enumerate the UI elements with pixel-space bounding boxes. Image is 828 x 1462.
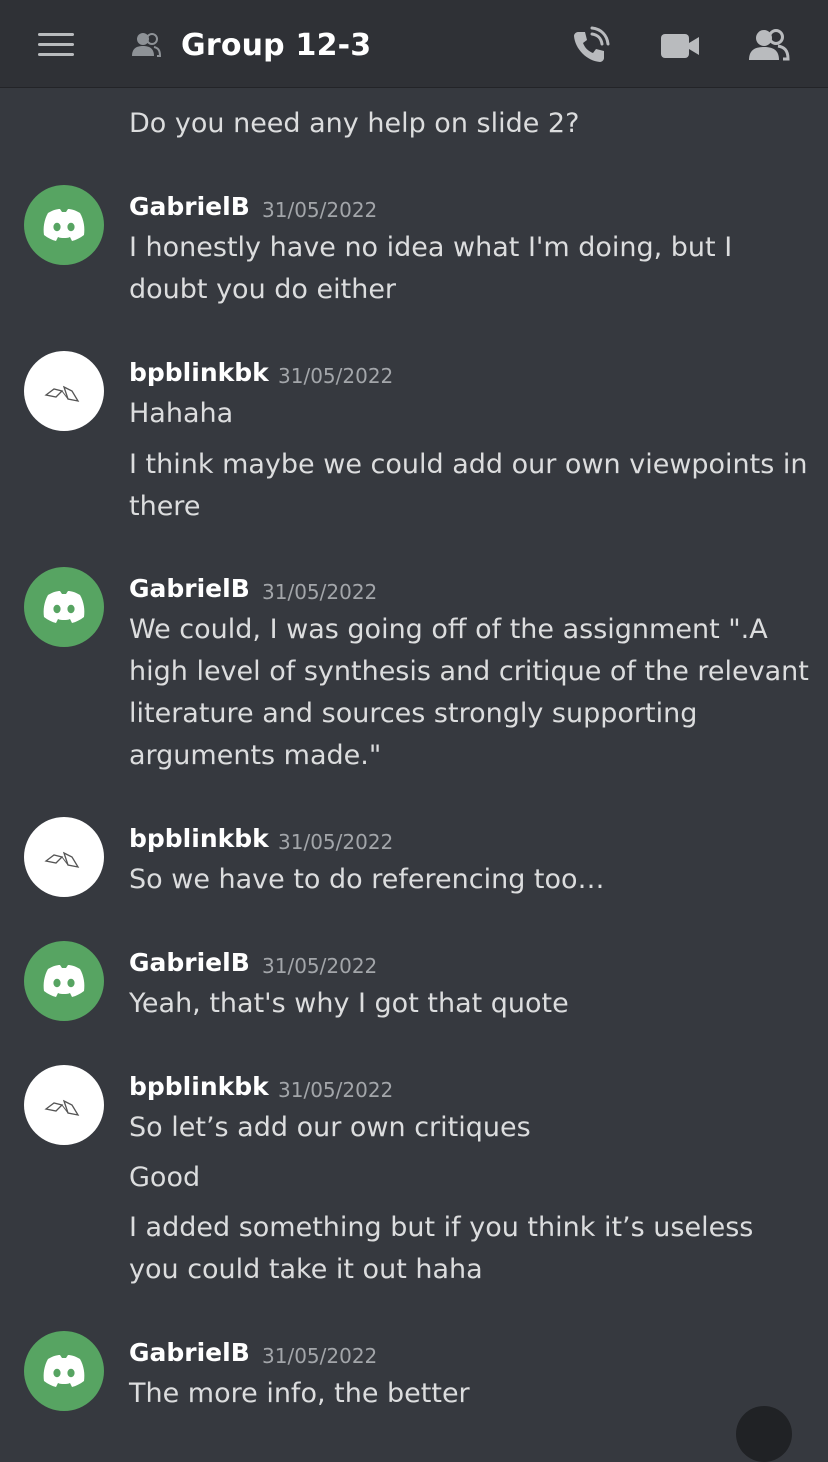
- avatar[interactable]: [24, 1331, 104, 1411]
- discord-logo-icon: [43, 591, 85, 623]
- message-text: Hahaha: [129, 398, 234, 429]
- message-timestamp: 31/05/2022: [262, 580, 378, 604]
- avatar[interactable]: [24, 185, 104, 265]
- avatar[interactable]: [24, 941, 104, 1021]
- message-text: Do you need any help on slide 2?: [129, 108, 580, 139]
- hamburger-icon[interactable]: [38, 33, 74, 57]
- message-timestamp: 31/05/2022: [262, 1344, 378, 1368]
- message-author[interactable]: bpblinkbk: [129, 1069, 269, 1105]
- message-timestamp: 31/05/2022: [262, 198, 378, 222]
- channel-title: Group 12-3: [181, 28, 372, 63]
- message-author[interactable]: GabrielB: [129, 571, 250, 607]
- message-author[interactable]: GabrielB: [129, 945, 250, 981]
- message-text: I think maybe we could add our own viewp…: [129, 449, 808, 522]
- message-list[interactable]: Do you need any help on slide 2? Gabriel…: [0, 89, 828, 1415]
- discord-logo-icon: [43, 209, 85, 241]
- message-text: So we have to do referencing too…: [129, 864, 605, 895]
- message-timestamp: 31/05/2022: [278, 364, 394, 388]
- message-text: I added something but if you think it’s …: [129, 1212, 754, 1285]
- video-camera-icon[interactable]: [658, 24, 702, 68]
- avatar-sketch-icon: [44, 851, 80, 868]
- message-text: We could, I was going off of the assignm…: [129, 614, 809, 771]
- discord-logo-icon: [43, 965, 85, 997]
- message-text: So let’s add our own critiques: [129, 1112, 531, 1143]
- avatar-sketch-icon: [44, 385, 80, 402]
- message-text: Good: [129, 1162, 201, 1193]
- message-author[interactable]: GabrielB: [129, 1335, 250, 1371]
- avatar[interactable]: [24, 567, 104, 647]
- discord-logo-icon: [43, 1355, 85, 1387]
- message-author[interactable]: bpblinkbk: [129, 355, 269, 391]
- group-icon: [132, 33, 162, 57]
- channel-header: Group 12-3: [0, 0, 828, 88]
- message-author[interactable]: bpblinkbk: [129, 821, 269, 857]
- avatar[interactable]: [24, 1065, 104, 1145]
- phone-call-icon[interactable]: [568, 24, 612, 68]
- scroll-to-bottom-button[interactable]: [736, 1406, 792, 1462]
- avatar[interactable]: [24, 817, 104, 897]
- message-text: I honestly have no idea what I'm doing, …: [129, 232, 733, 305]
- message-timestamp: 31/05/2022: [278, 1078, 394, 1102]
- message-timestamp: 31/05/2022: [278, 830, 394, 854]
- message-text: The more info, the better: [129, 1378, 470, 1409]
- message-text: Yeah, that's why I got that quote: [129, 988, 569, 1019]
- avatar-sketch-icon: [44, 1099, 80, 1116]
- members-icon[interactable]: [746, 24, 790, 68]
- message-author[interactable]: GabrielB: [129, 189, 250, 225]
- message-timestamp: 31/05/2022: [262, 954, 378, 978]
- avatar[interactable]: [24, 351, 104, 431]
